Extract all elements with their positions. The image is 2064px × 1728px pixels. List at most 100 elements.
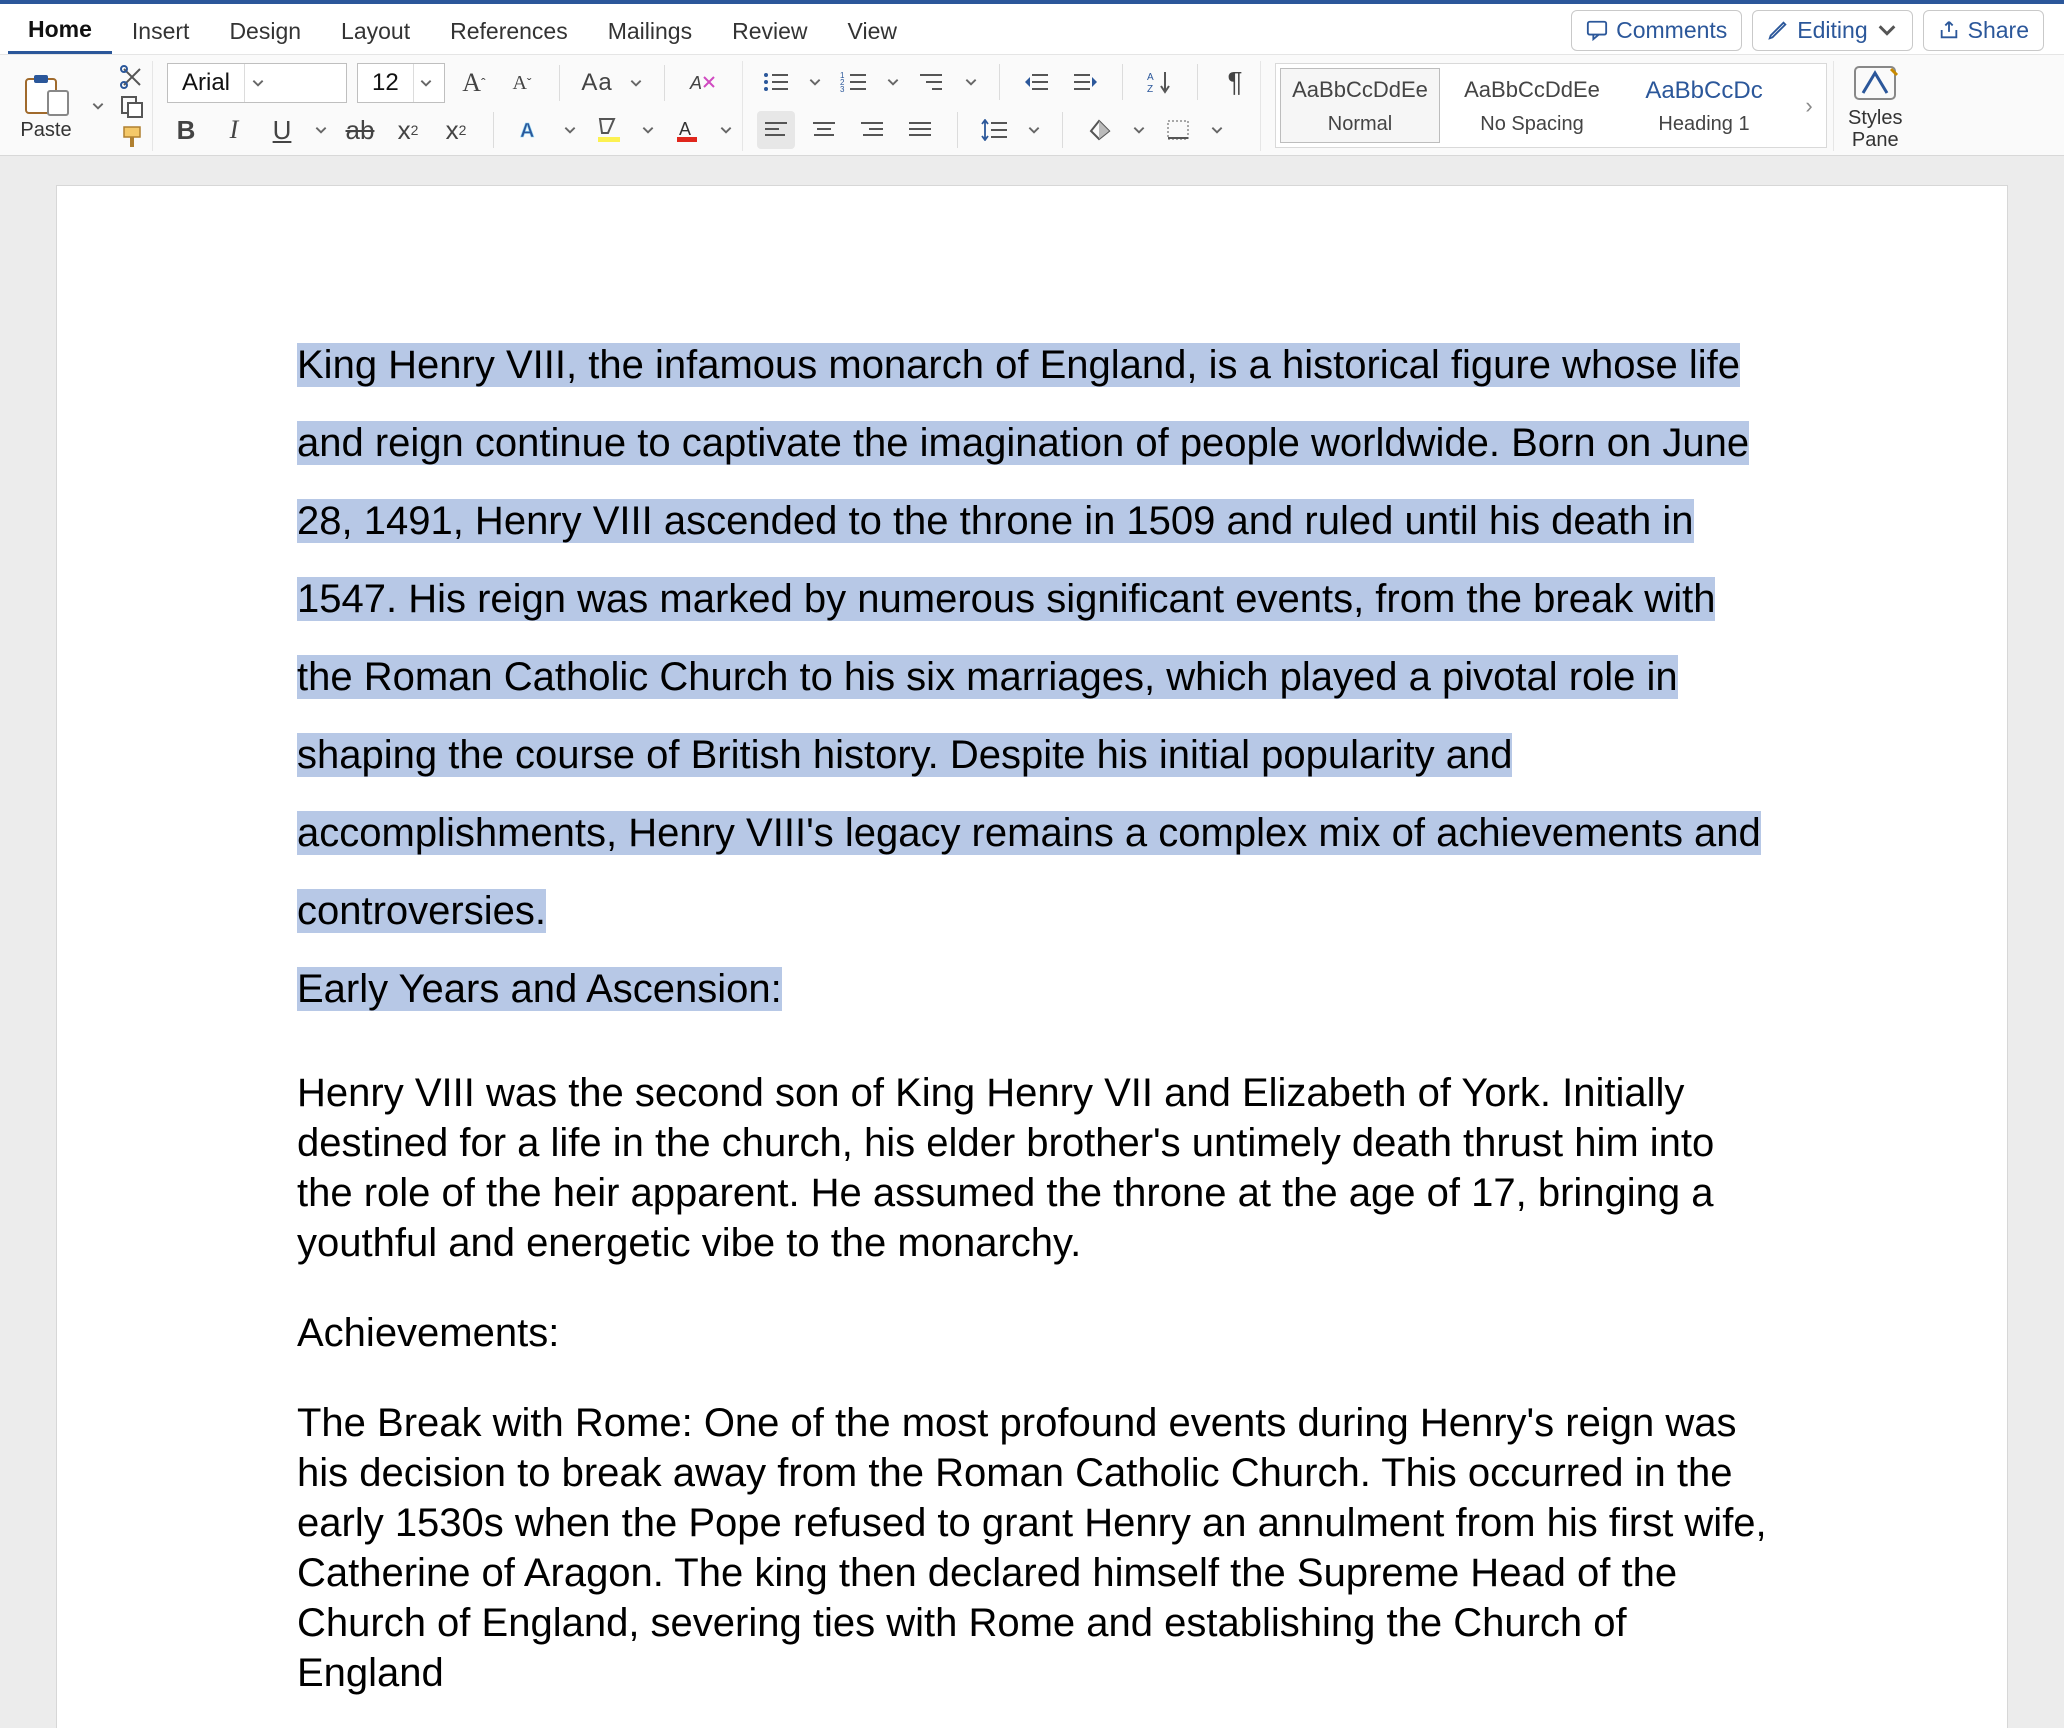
text-effects[interactable]: A bbox=[512, 111, 550, 149]
style-heading-1[interactable]: AaBbCcDc Heading 1 bbox=[1624, 68, 1784, 143]
font-color-button[interactable]: A bbox=[668, 111, 706, 149]
subscript-button[interactable]: x2 bbox=[389, 111, 427, 149]
selected-text: Early Years and Ascension: bbox=[297, 967, 782, 1011]
tab-design[interactable]: Design bbox=[209, 8, 321, 53]
shading-button[interactable] bbox=[1081, 111, 1119, 149]
strikethrough-button[interactable]: ab bbox=[341, 111, 379, 149]
increase-font-size[interactable]: Aˆ bbox=[455, 64, 493, 102]
svg-text:A: A bbox=[689, 73, 702, 93]
chevron-down-icon bbox=[1876, 19, 1898, 41]
justify[interactable] bbox=[901, 111, 939, 149]
paragraph[interactable]: Henry VIII was the second son of King He… bbox=[297, 1068, 1767, 1268]
align-center[interactable] bbox=[805, 111, 843, 149]
tab-review[interactable]: Review bbox=[712, 8, 827, 53]
tab-view[interactable]: View bbox=[828, 8, 917, 53]
svg-text:A: A bbox=[1147, 72, 1154, 83]
styles-pane-label: Styles Pane bbox=[1848, 107, 1902, 151]
align-right[interactable] bbox=[853, 111, 891, 149]
paragraph[interactable]: The Break with Rome: One of the most pro… bbox=[297, 1398, 1767, 1698]
style-normal[interactable]: AaBbCcDdEe Normal bbox=[1280, 68, 1440, 143]
style-no-spacing[interactable]: AaBbCcDdEe No Spacing bbox=[1452, 68, 1612, 143]
group-styles: AaBbCcDdEe Normal AaBbCcDdEe No Spacing … bbox=[1269, 61, 1834, 151]
paste-button[interactable]: Paste bbox=[14, 69, 78, 144]
highlight-button[interactable] bbox=[590, 111, 628, 149]
italic-button[interactable]: I bbox=[215, 111, 253, 149]
copy-icon[interactable] bbox=[118, 95, 146, 119]
paragraph[interactable]: Achievements: bbox=[297, 1308, 1767, 1358]
tabs-right: Comments Editing Share bbox=[1571, 10, 2056, 51]
document-area[interactable]: King Henry VIII, the infamous monarch of… bbox=[0, 156, 2064, 1728]
format-painter-icon[interactable] bbox=[118, 125, 146, 149]
paste-label: Paste bbox=[20, 119, 71, 142]
font-color-dropdown[interactable] bbox=[716, 123, 736, 137]
share-button[interactable]: Share bbox=[1923, 10, 2044, 51]
decrease-font-size[interactable]: Aˇ bbox=[503, 64, 541, 102]
chevron-down-icon bbox=[251, 76, 265, 90]
multilevel-list[interactable] bbox=[913, 63, 951, 101]
clear-formatting[interactable]: A bbox=[683, 64, 721, 102]
tab-home[interactable]: Home bbox=[8, 6, 112, 54]
selected-text: King Henry VIII, the infamous monarch of… bbox=[297, 343, 1761, 933]
styles-more[interactable]: › bbox=[1796, 68, 1822, 143]
align-left[interactable] bbox=[757, 111, 795, 149]
multilevel-dropdown[interactable] bbox=[961, 75, 981, 89]
styles-pane-button[interactable]: Styles Pane bbox=[1842, 61, 1912, 151]
numbering-dropdown[interactable] bbox=[883, 75, 903, 89]
font-name-value: Arial bbox=[168, 69, 244, 97]
increase-indent[interactable] bbox=[1066, 63, 1104, 101]
group-clipboard: Paste bbox=[8, 61, 153, 151]
cut-icon[interactable] bbox=[118, 65, 146, 89]
font-name-select[interactable]: Arial bbox=[167, 63, 347, 103]
bullets-button[interactable] bbox=[757, 63, 795, 101]
text-effects-dropdown[interactable] bbox=[560, 123, 580, 137]
tab-references[interactable]: References bbox=[430, 8, 588, 53]
ribbon-tabs: Home Insert Design Layout References Mai… bbox=[0, 0, 2064, 54]
page: King Henry VIII, the infamous monarch of… bbox=[57, 186, 2007, 1728]
styles-gallery: AaBbCcDdEe Normal AaBbCcDdEe No Spacing … bbox=[1275, 63, 1827, 148]
font-size-select[interactable]: 12 bbox=[357, 63, 445, 103]
shading-dropdown[interactable] bbox=[1129, 123, 1149, 137]
highlight-dropdown[interactable] bbox=[638, 123, 658, 137]
share-label: Share bbox=[1968, 17, 2029, 44]
borders-dropdown[interactable] bbox=[1207, 123, 1227, 137]
line-spacing[interactable] bbox=[976, 111, 1014, 149]
pencil-icon bbox=[1767, 19, 1789, 41]
change-case-dropdown[interactable] bbox=[626, 76, 646, 90]
sort-button[interactable]: AZ bbox=[1141, 63, 1179, 101]
group-font: Arial 12 Aˆ Aˇ Aa A B I U a bbox=[161, 61, 743, 151]
editing-button[interactable]: Editing bbox=[1752, 10, 1912, 51]
paragraph[interactable]: King Henry VIII, the infamous monarch of… bbox=[297, 326, 1767, 950]
show-marks[interactable]: ¶ bbox=[1216, 63, 1254, 101]
svg-text:A: A bbox=[679, 119, 691, 139]
comment-icon bbox=[1586, 19, 1608, 41]
tab-mailings[interactable]: Mailings bbox=[588, 8, 712, 53]
clipboard-icon bbox=[20, 73, 72, 117]
underline-button[interactable]: U bbox=[263, 111, 301, 149]
bullets-dropdown[interactable] bbox=[805, 75, 825, 89]
line-spacing-dropdown[interactable] bbox=[1024, 123, 1044, 137]
font-size-value: 12 bbox=[358, 69, 413, 97]
bold-button[interactable]: B bbox=[167, 111, 205, 149]
underline-dropdown[interactable] bbox=[311, 123, 331, 137]
svg-text:A: A bbox=[520, 120, 534, 142]
svg-text:3: 3 bbox=[840, 85, 845, 93]
app-window: Home Insert Design Layout References Mai… bbox=[0, 0, 2064, 1728]
svg-text:Z: Z bbox=[1147, 84, 1153, 94]
share-icon bbox=[1938, 19, 1960, 41]
styles-pane-icon bbox=[1851, 63, 1899, 103]
chevron-down-icon bbox=[419, 76, 433, 90]
ribbon-toolbar: Paste Arial 12 bbox=[0, 54, 2064, 156]
tab-insert[interactable]: Insert bbox=[112, 8, 210, 53]
comments-label: Comments bbox=[1616, 17, 1727, 44]
comments-button[interactable]: Comments bbox=[1571, 10, 1742, 51]
borders-button[interactable] bbox=[1159, 111, 1197, 149]
numbering-button[interactable]: 123 bbox=[835, 63, 873, 101]
group-paragraph: 123 AZ ¶ bbox=[751, 61, 1261, 151]
paste-dropdown[interactable] bbox=[88, 99, 108, 113]
change-case[interactable]: Aa bbox=[578, 64, 616, 102]
tab-layout[interactable]: Layout bbox=[321, 8, 430, 53]
editing-label: Editing bbox=[1797, 17, 1867, 44]
decrease-indent[interactable] bbox=[1018, 63, 1056, 101]
paragraph[interactable]: Early Years and Ascension: bbox=[297, 950, 1767, 1028]
superscript-button[interactable]: x2 bbox=[437, 111, 475, 149]
